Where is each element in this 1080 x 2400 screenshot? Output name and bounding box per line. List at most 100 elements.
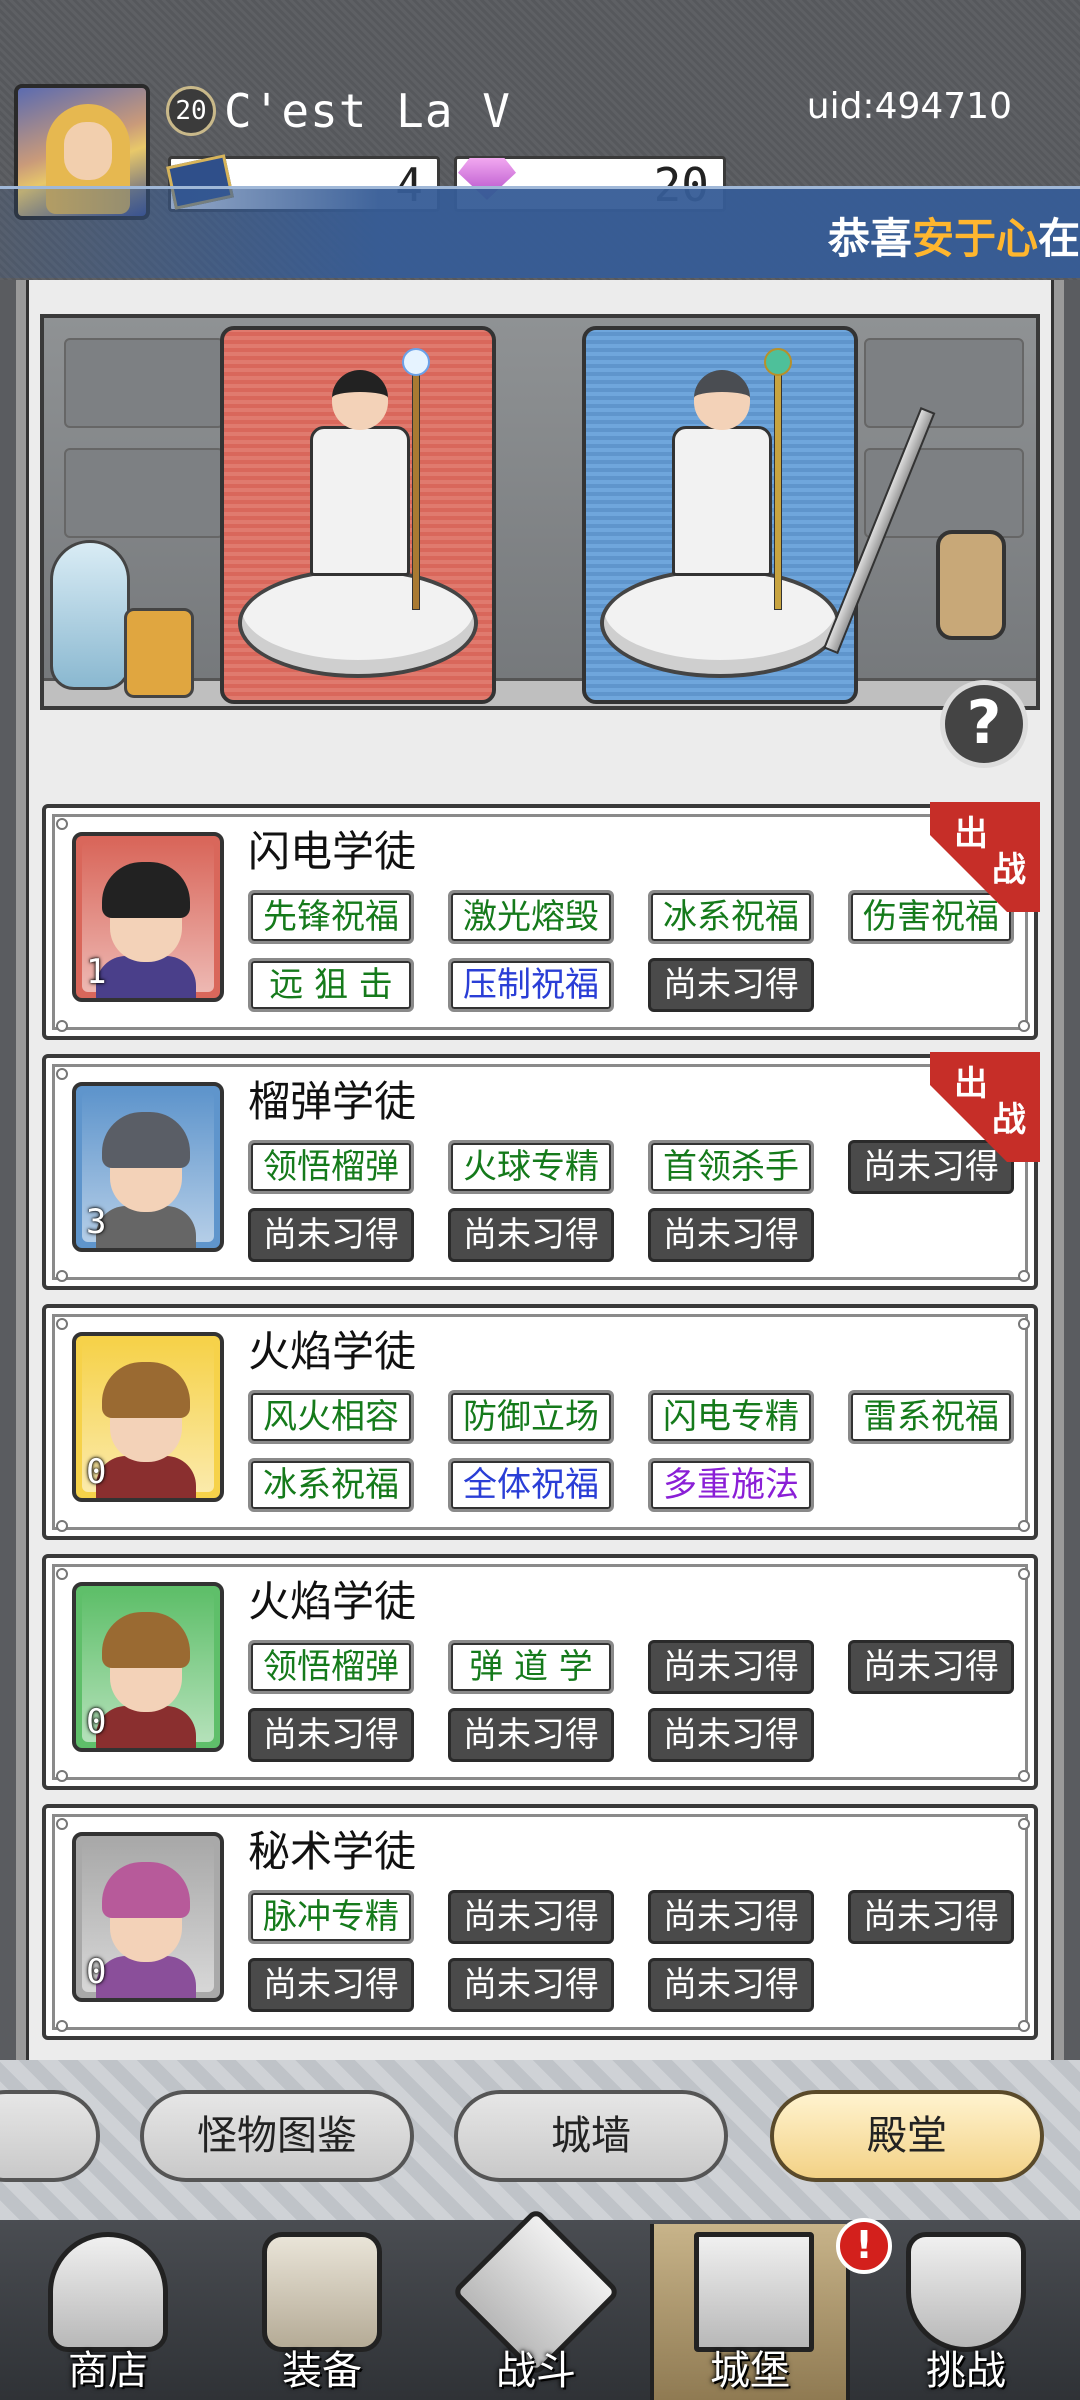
apprentice-portrait[interactable]: 0	[72, 1832, 224, 2002]
rivet	[56, 1270, 68, 1282]
apprentice-portrait[interactable]: 0	[72, 1582, 224, 1752]
rivet	[56, 1318, 68, 1330]
skill-learned[interactable]: 全体祝福	[448, 1458, 614, 1512]
skill-learned[interactable]: 弹 道 学	[448, 1640, 614, 1694]
portrait-body	[96, 1456, 196, 1498]
rivet	[1018, 1818, 1030, 1830]
backpack-icon	[262, 2232, 382, 2352]
banner-suffix: 在	[1037, 214, 1080, 263]
skill-learned[interactable]: 压制祝福	[448, 958, 614, 1012]
rivet	[56, 2020, 68, 2032]
nav-equipment[interactable]: 装备	[222, 2224, 422, 2400]
apprentice-row[interactable]: 0 秘术学徒 脉冲专精 尚未习得 尚未习得 尚未习得 尚未习得 尚未习得 尚未习得	[42, 1804, 1038, 2040]
rivet	[1018, 1020, 1030, 1032]
skill-locked[interactable]: 尚未习得	[648, 1708, 814, 1762]
rivet	[1018, 1770, 1030, 1782]
rivet	[56, 1068, 68, 1080]
rivet	[56, 1520, 68, 1532]
skill-locked[interactable]: 尚未习得	[648, 1958, 814, 2012]
deployed-label-top: 出	[954, 1064, 988, 1104]
help-button[interactable]: ?	[940, 680, 1028, 768]
apprentice-portrait[interactable]: 0	[72, 1332, 224, 1502]
potion-jar-icon	[124, 608, 194, 698]
deployed-label-bottom: 战	[992, 1100, 1026, 1140]
skill-learned[interactable]: 脉冲专精	[248, 1890, 414, 1944]
skill-locked[interactable]: 尚未习得	[448, 1208, 614, 1262]
skill-locked[interactable]: 尚未习得	[448, 1958, 614, 2012]
tab-hall[interactable]: 殿堂	[770, 2090, 1044, 2182]
nav-challenge-label: 挑战	[926, 2348, 1006, 2394]
skill-locked[interactable]: 尚未习得	[248, 1708, 414, 1762]
deployed-label-top: 出	[954, 814, 988, 854]
rivet	[56, 1568, 68, 1580]
skill-learned[interactable]: 领悟榴弹	[248, 1140, 414, 1194]
nav-challenge[interactable]: 挑战	[866, 2224, 1066, 2400]
skill-learned[interactable]: 防御立场	[448, 1390, 614, 1444]
hero-figure-lightning	[294, 348, 430, 610]
skill-locked[interactable]: 尚未习得	[248, 1208, 414, 1262]
skill-learned[interactable]: 闪电专精	[648, 1390, 814, 1444]
deployed-ribbon: 出战	[930, 802, 1040, 912]
skill-locked[interactable]: 尚未习得	[248, 1958, 414, 2012]
skill-learned[interactable]: 风火相容	[248, 1390, 414, 1444]
apprentice-title: 火焰学徒	[248, 1327, 417, 1376]
shop-icon	[48, 2232, 168, 2352]
nav-castle[interactable]: 城堡	[650, 2224, 850, 2400]
skill-locked[interactable]: 尚未习得	[448, 1890, 614, 1944]
rivet	[1018, 1270, 1030, 1282]
tab-monster-codex[interactable]: 怪物图鉴	[140, 2090, 414, 2182]
skill-learned[interactable]: 雷系祝福	[848, 1390, 1014, 1444]
portrait-body	[96, 1706, 196, 1748]
skill-locked[interactable]: 尚未习得	[648, 1640, 814, 1694]
player-uid: uid:494710	[806, 86, 1012, 127]
apprentice-row[interactable]: 0 火焰学徒 领悟榴弹弹 道 学尚未习得 尚未习得 尚未习得 尚未习得 尚未习得	[42, 1554, 1038, 1790]
skill-learned[interactable]: 领悟榴弹	[248, 1640, 414, 1694]
nav-shop[interactable]: 商店	[8, 2224, 208, 2400]
hero-figure-grenade	[656, 348, 792, 610]
skill-learned[interactable]: 远 狙 击	[248, 958, 414, 1012]
sword-and-lantern	[823, 380, 1006, 680]
portrait-body	[96, 1206, 196, 1248]
hero-card-grenade[interactable]	[582, 326, 858, 704]
announcement-banner: 恭喜安于心在	[0, 186, 1080, 278]
skill-learned[interactable]: 冰系祝福	[248, 1458, 414, 1512]
apprentice-row[interactable]: 1 闪电学徒 先锋祝福 激光熔毁 冰系祝福 伤害祝福远 狙 击压制祝福 尚未习得出战	[42, 802, 1040, 1040]
hero-card-lightning[interactable]	[220, 326, 496, 704]
apprentice-row[interactable]: 0 火焰学徒风火相容 防御立场 闪电专精 雷系祝福冰系祝福 全体祝福 多重施法	[42, 1304, 1038, 1540]
rivet	[1018, 2020, 1030, 2032]
rivet	[1018, 1520, 1030, 1532]
avatar-face	[64, 122, 112, 180]
rivet	[56, 1770, 68, 1782]
skill-learned[interactable]: 多重施法	[648, 1458, 814, 1512]
apprentice-row[interactable]: 3 榴弹学徒 领悟榴弹 火球专精 首领杀手 尚未习得 尚未习得 尚未习得 尚未习得出战	[42, 1052, 1040, 1290]
skill-locked[interactable]: 尚未习得	[648, 1208, 814, 1262]
skill-learned[interactable]: 火球专精	[448, 1140, 614, 1194]
nav-battle[interactable]: 战斗	[436, 2207, 636, 2400]
apprentice-portrait[interactable]: 1	[72, 832, 224, 1002]
apprentice-count: 1	[86, 952, 107, 992]
skill-learned[interactable]: 激光熔毁	[448, 890, 614, 944]
skill-locked[interactable]: 尚未习得	[848, 1640, 1014, 1694]
apprentice-title: 闪电学徒	[248, 827, 417, 876]
apprentice-portrait[interactable]: 3	[72, 1082, 224, 1252]
player-level-badge: 20	[166, 86, 216, 136]
shield-icon	[906, 2232, 1026, 2352]
skill-learned[interactable]: 先锋祝福	[248, 890, 414, 944]
skill-locked[interactable]: 尚未习得	[648, 958, 814, 1012]
rivet	[1018, 1568, 1030, 1580]
player-name: C'est La V	[224, 84, 511, 138]
potion-bottle-icon	[50, 540, 130, 690]
deployed-ribbon: 出战	[930, 1052, 1040, 1162]
skill-locked[interactable]: 尚未习得	[448, 1708, 614, 1762]
rivet	[1018, 1318, 1030, 1330]
tab-previous-partial[interactable]	[0, 2090, 100, 2182]
skill-locked[interactable]: 尚未习得	[848, 1890, 1014, 1944]
skill-locked[interactable]: 尚未习得	[648, 1890, 814, 1944]
banner-highlight-name: 安于心	[911, 214, 1038, 263]
skill-learned[interactable]: 首领杀手	[648, 1140, 814, 1194]
apprentice-title: 火焰学徒	[248, 1577, 417, 1626]
rivet	[56, 1818, 68, 1830]
tab-city-wall[interactable]: 城墙	[454, 2090, 728, 2182]
apprentice-count: 0	[86, 1452, 107, 1492]
skill-learned[interactable]: 冰系祝福	[648, 890, 814, 944]
